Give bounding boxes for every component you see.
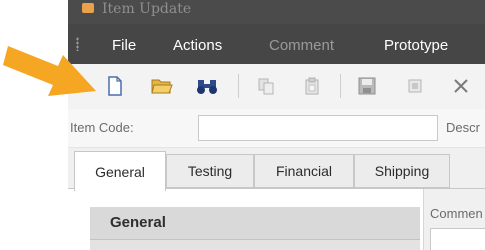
menu-comment[interactable]: Comment <box>269 37 334 54</box>
general-panel: General <box>68 189 424 250</box>
menu-bar: File Actions Comment Prototype <box>68 24 485 64</box>
tab-general[interactable]: General <box>74 151 166 191</box>
group-title: General <box>110 214 166 231</box>
save-icon[interactable] <box>356 75 378 97</box>
app-window: Item Update File Actions Comment Prototy… <box>68 0 485 250</box>
window-title: Item Update <box>102 1 192 17</box>
copy-icon[interactable] <box>255 75 277 97</box>
item-code-row: Item Code: Descr <box>68 109 485 148</box>
toolbar-separator <box>340 74 341 98</box>
app-icon <box>82 3 94 13</box>
tab-testing[interactable]: Testing <box>166 154 254 188</box>
comments-field[interactable] <box>430 228 485 250</box>
find-binoculars-icon[interactable] <box>196 75 218 97</box>
tab-financial[interactable]: Financial <box>254 154 354 188</box>
delete-x-icon[interactable] <box>450 75 472 97</box>
item-code-input[interactable] <box>198 115 438 141</box>
toolbar <box>68 64 485 110</box>
group-subrow <box>90 240 420 250</box>
description-label: Descr <box>446 120 480 135</box>
open-folder-icon[interactable] <box>151 75 173 97</box>
general-group-header[interactable]: General <box>90 207 420 240</box>
tab-shipping[interactable]: Shipping <box>354 154 450 188</box>
pointer-arrow <box>3 46 96 96</box>
comments-label: Commen <box>430 206 483 221</box>
menu-prototype[interactable]: Prototype <box>384 37 448 54</box>
menu-actions[interactable]: Actions <box>173 37 222 54</box>
paste-icon[interactable] <box>301 75 323 97</box>
toolbar-separator <box>238 74 239 98</box>
title-bar: Item Update <box>68 0 485 24</box>
save-close-icon[interactable] <box>404 75 426 97</box>
item-code-label: Item Code: <box>70 120 134 135</box>
